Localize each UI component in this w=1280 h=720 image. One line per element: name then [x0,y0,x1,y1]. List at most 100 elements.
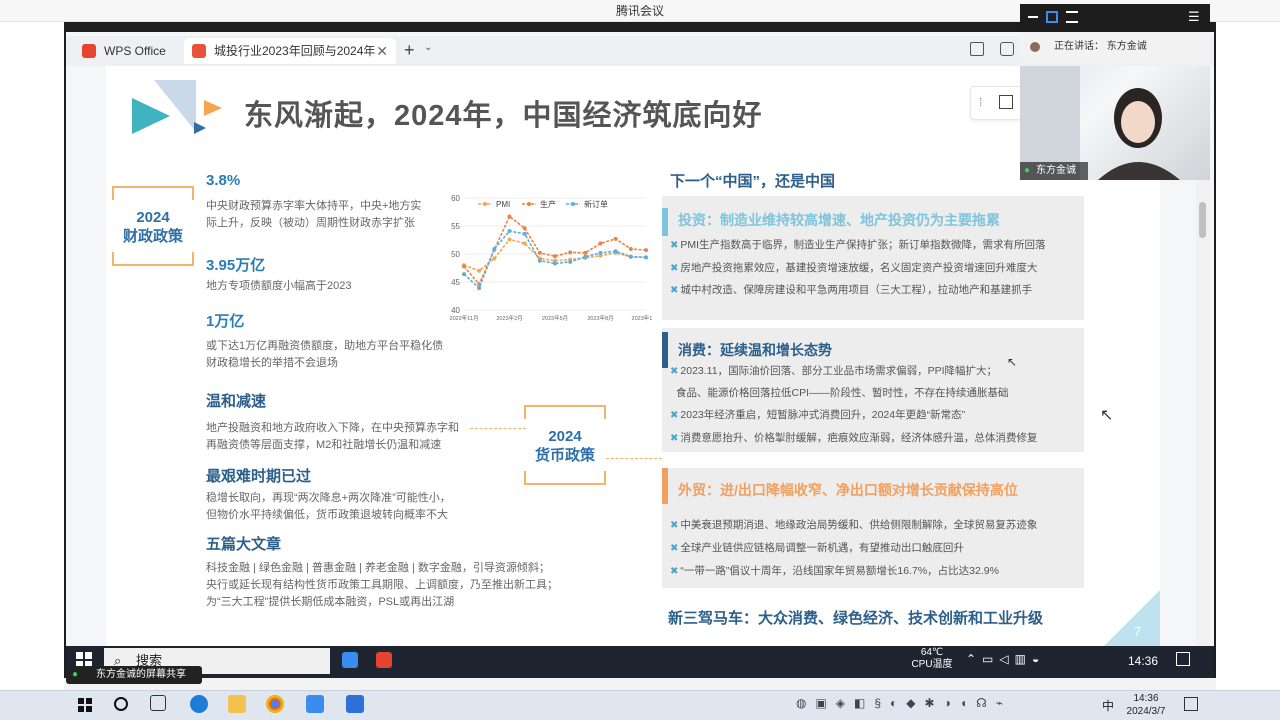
cube-icon[interactable] [1000,42,1014,56]
legend-label: PMI [496,200,510,209]
data-point [568,250,573,255]
section-bullet: ✖ 房地产投资拖累效应，基建投资增速放缓，名义固定资产投资增速回升难度大 [670,262,1038,274]
section-accent [662,468,668,504]
mouse-pointer-icon: ↖ [1100,407,1114,424]
close-tab-icon[interactable]: ✕ [376,38,388,64]
chevron-down-icon[interactable]: ⌄ [424,42,432,53]
page-number: 7 [1134,624,1142,639]
right-heading: 下一个“中国”，还是中国 [670,173,836,190]
search-circle-icon[interactable] [114,697,128,711]
connector-line [606,458,662,459]
meeting-right-margin [1216,22,1280,690]
screen-share-indicator[interactable]: ● 东方金诚的屏幕共享 [66,666,202,684]
wps-logo-icon [82,44,96,58]
x-tick-label: 2023年2月 [496,314,522,322]
speaking-indicator: 正在讲话： 东方金诚 [1020,32,1210,62]
data-point [522,231,527,236]
legend-marker [483,202,487,206]
remote-meeting-app-icon[interactable] [342,652,358,668]
minimize-icon[interactable] [1028,16,1038,18]
data-point [568,259,573,264]
layout-grid-icon[interactable] [1046,11,1058,23]
section-title: 消费：延续温和增长态势 [678,342,832,358]
tab-wps-office[interactable]: WPS Office [74,38,178,64]
video-panel-toolbar: ☰ [1020,4,1210,32]
legend-label: 生产 [540,199,556,209]
section-bullet: ✖ “一带一路”倡议十周年，沿线国家年贸易额增长16.7%，占比达32.9% [670,565,999,577]
left-item-text: 中央财政预算赤字率大体持平，中央+地方实 际上升，反映（被动）周期性财政赤字扩张 [206,200,422,229]
left-item-text: 稳增长取向，再现“两次降息+两次降准”可能性小， 但物价水平持续偏低，货币政策退… [206,492,451,521]
data-point [507,214,512,219]
mic-icon: ● [72,669,79,680]
section-bullet: ✖ PMI生产指数高于临界，制造业生产保持扩张；新订单指数微降，需求有所回落 [670,239,1046,251]
monetary-label-text: 货币政策 [534,447,595,464]
left-item-head: 温和减速 [206,393,267,410]
pmi-line-chart: 60 55 50 45 402022年11月 2023年2月 2023年5月 2023年8月 2… [450,194,652,322]
start-icon[interactable] [78,698,92,712]
speaking-label: 正在讲话： [1054,41,1104,52]
data-point [613,249,618,254]
notification-icon[interactable] [1176,652,1190,666]
data-point [598,250,603,255]
y-tick-label: 55 [451,222,460,231]
section-bullet: ✖ 全球产业链供应链格局调整一新机遇，有望推动出口触底回升 [670,542,964,554]
section-bullet: ✖ 2023年经济重启，短暂脉冲式消费回升，2024年更趋“新常态” [670,409,966,421]
remote-tray-icons[interactable]: ⌃▭◁▥◒ [966,652,1045,666]
data-point [644,248,648,253]
left-item-text: 地方专项债额度小幅高于2023 [206,280,352,292]
remote-wps-app-icon[interactable] [376,652,392,668]
speaker-avatar [1030,42,1040,52]
data-point [462,272,466,277]
task-view-icon[interactable] [150,695,166,711]
notification-center-icon[interactable] [1184,697,1198,711]
x-tick-label: 2023年8月 [587,314,613,322]
data-point [477,286,482,291]
tab-document[interactable]: 城投行业2023年回顾与2024年 ✕ [184,38,396,64]
data-point [507,229,512,234]
panel-menu-icon[interactable]: ☰ [1188,9,1200,25]
divider-icon: ⁞ [979,95,983,109]
left-item-text: 或下达1万亿再融资债额度，助地方平台平稳化债 财政稳增长的举措不会退场 [206,340,444,369]
legend-label: 新订单 [584,199,608,209]
fiscal-label-year: 2024 [136,209,170,226]
section-bullet: ✖ 2023.11，国际油价回落、部分工业品市场需求偏弱，PPI降幅扩大； [670,365,997,377]
left-item-head: 五篇大文章 [206,536,282,553]
x-tick-label: 2023年5月 [542,314,568,322]
file-explorer-icon[interactable] [228,695,246,713]
fullscreen-icon [999,95,1013,109]
app-icon[interactable] [346,695,364,713]
data-point [553,254,557,259]
left-item-head: 3.8% [206,172,241,189]
new-tab-button[interactable]: + [404,40,415,61]
mic-icon: ● [1024,165,1031,176]
data-point [628,246,633,251]
input-method-icon[interactable]: 中 [1102,697,1114,714]
tray-icons[interactable]: ◍▣◈◧§◐◆✱◑◖☊⌁ [796,696,1012,710]
data-point [613,236,618,241]
page-corner-decoration [1104,590,1160,646]
y-tick-label: 40 [451,306,460,315]
section-title: 投资：制造业维持较高增速、地产投资仍为主要拖累 [678,212,1000,228]
section-accent [662,332,668,368]
section-trade: 外贸：进/出口降幅收窄、净出口额对增长贡献保持高位 ✖ 中美衰退预期消退、地缘政治… [662,468,1084,588]
layout-icon[interactable] [970,42,984,56]
monetary-label-year: 2024 [548,428,582,445]
list-icon[interactable] [1066,11,1078,23]
speaking-name: 东方金诚 [1106,41,1147,52]
series-line [463,215,647,286]
y-tick-label: 45 [451,278,460,287]
fiscal-label-text: 财政政策 [122,228,183,245]
x-tick-label: 2023年11月 [632,314,652,322]
edge-browser-icon[interactable] [190,695,208,713]
slide-logo-triangles [132,80,222,134]
section-accent [662,208,668,236]
data-point [644,255,648,260]
section-bullet: 食品、能源价格回落拉低CPI——阶段性、暂时性，不存在持续通胀基础 [676,387,1009,399]
section-consumption: 消费：延续温和增长态势 ✖ 2023.11，国际油价回落、部分工业品市场需求偏弱，… [662,328,1084,452]
connector-line [470,428,526,429]
meeting-app-icon[interactable] [306,695,324,713]
chrome-browser-icon[interactable] [266,695,284,713]
scrollbar-thumb[interactable] [1199,202,1206,238]
section-investment: 投资：制造业维持较高增速、地产投资仍为主要拖累 ✖ PMI生产指数高于临界，制造业… [662,196,1084,320]
host-clock: 14:36 2024/3/7 [1126,693,1166,717]
